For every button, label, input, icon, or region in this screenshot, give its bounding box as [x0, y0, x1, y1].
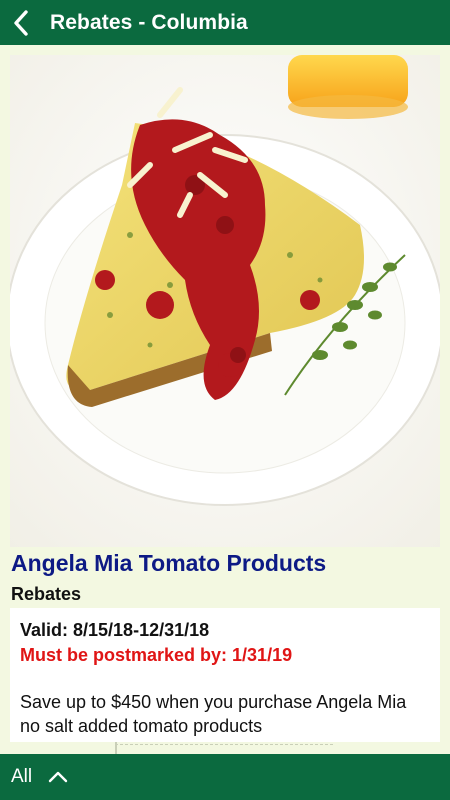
offer-details-card: Valid: 8/15/18-12/31/18 Must be postmark… [10, 608, 440, 742]
chevron-left-icon [14, 9, 28, 36]
filter-label: All [11, 766, 33, 787]
page-title: Rebates - Columbia [50, 10, 248, 34]
filter-toggle[interactable]: All [11, 766, 68, 788]
back-button[interactable] [2, 0, 40, 45]
offer-category: Rebates [11, 584, 82, 604]
chevron-up-icon [48, 771, 68, 783]
valid-dates: Valid: 8/15/18-12/31/18 [20, 620, 210, 640]
offer-description: Save up to $450 when you purchase Angela… [20, 692, 407, 736]
bottom-bar: All [0, 754, 450, 800]
offer-title: Angela Mia Tomato Products [11, 550, 327, 576]
postmark-deadline: Must be postmarked by: 1/31/19 [20, 645, 293, 665]
app-bar: Rebates - Columbia [0, 0, 450, 45]
offer-image [10, 55, 440, 547]
